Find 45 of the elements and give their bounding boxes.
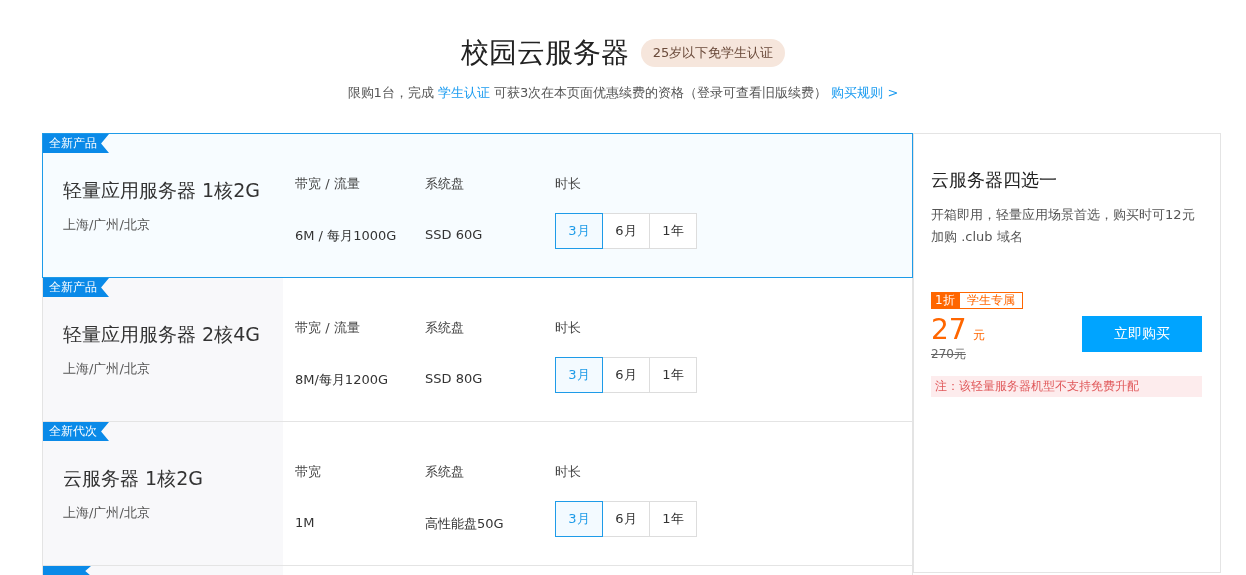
subtitle-text: 限购1台，完成 学生认证 可获3次在本页面优惠续费的资格（登录可查看旧版续费） 购买规则 > xyxy=(347,84,899,102)
spec-label: 系统盘 xyxy=(425,463,465,481)
spec-value: 6M / 每月1000G xyxy=(295,227,398,245)
product-row[interactable]: 全新产品 轻量应用服务器 1核2G 上海/广州/北京 带宽 / 流量 6M / 每月1000G 系统盘 SSD 60G 时长 3月 6月 1年 xyxy=(42,133,913,278)
duration-option[interactable]: 1年 xyxy=(649,357,697,393)
offer-description: 开箱即用，轻量应用场景首选，购买时可12元加购 .club 域名 xyxy=(931,206,1196,246)
product-row[interactable]: 全新产品 轻量应用服务器 2核4G 上海/广州/北京 带宽 / 流量 8M/每月1200G 系统盘 SSD 80G 时长 3月 6月 1年 xyxy=(42,278,913,422)
spec-value: SSD 80G xyxy=(425,371,484,386)
product-tag: 全新代次 xyxy=(43,422,109,441)
spec-value: 8M/每月1200G xyxy=(295,371,390,389)
promo-badge: 25岁以下免学生认证 xyxy=(640,39,786,67)
warning-note: 注：该轻量服务器机型不支持免费升配 xyxy=(931,376,1202,397)
product-name: 轻量应用服务器 2核4G xyxy=(63,322,261,347)
spec-label: 系统盘 xyxy=(425,175,465,193)
spec-label: 带宽 xyxy=(295,463,322,481)
duration-option[interactable]: 6月 xyxy=(602,213,650,249)
spec-label: 系统盘 xyxy=(425,319,465,337)
product-tag: 全新产品 xyxy=(43,278,109,297)
spec-value: 高性能盘50G xyxy=(425,515,505,533)
region-text: 上海/广州/北京 xyxy=(63,216,151,234)
spec-label: 时长 xyxy=(555,463,582,481)
tag-ribbon xyxy=(43,566,91,575)
spec-label: 时长 xyxy=(555,319,582,337)
price: 27 xyxy=(931,313,967,346)
duration-option[interactable]: 1年 xyxy=(649,501,697,537)
duration-option[interactable]: 1年 xyxy=(649,213,697,249)
product-tag: 全新产品 xyxy=(43,134,109,153)
product-row[interactable]: 全新代次 云服务器 1核2G 上海/广州/北京 带宽 1M 系统盘 高性能盘50G 时长 3月 6月 1年 xyxy=(42,422,913,566)
duration-option[interactable]: 6月 xyxy=(602,501,650,537)
original-price: 270元 xyxy=(931,346,967,363)
page-title: 校园云服务器 xyxy=(460,35,629,71)
spec-label: 时长 xyxy=(555,175,582,193)
price-unit: 元 xyxy=(972,327,985,344)
region-text: 上海/广州/北京 xyxy=(63,360,151,378)
region-text: 上海/广州/北京 xyxy=(63,504,151,522)
spec-label: 带宽 / 流量 xyxy=(295,319,361,337)
spec-label: 带宽 / 流量 xyxy=(295,175,361,193)
spec-value: 1M xyxy=(295,515,316,530)
product-name: 云服务器 1核2G xyxy=(63,466,204,491)
student-badge: 学生专属 xyxy=(958,292,1023,309)
duration-option[interactable]: 6月 xyxy=(602,357,650,393)
discount-badge: 1折 xyxy=(931,292,959,309)
offer-title: 云服务器四选一 xyxy=(931,168,1058,192)
spec-value: SSD 60G xyxy=(425,227,484,242)
product-name: 轻量应用服务器 1核2G xyxy=(63,178,261,203)
